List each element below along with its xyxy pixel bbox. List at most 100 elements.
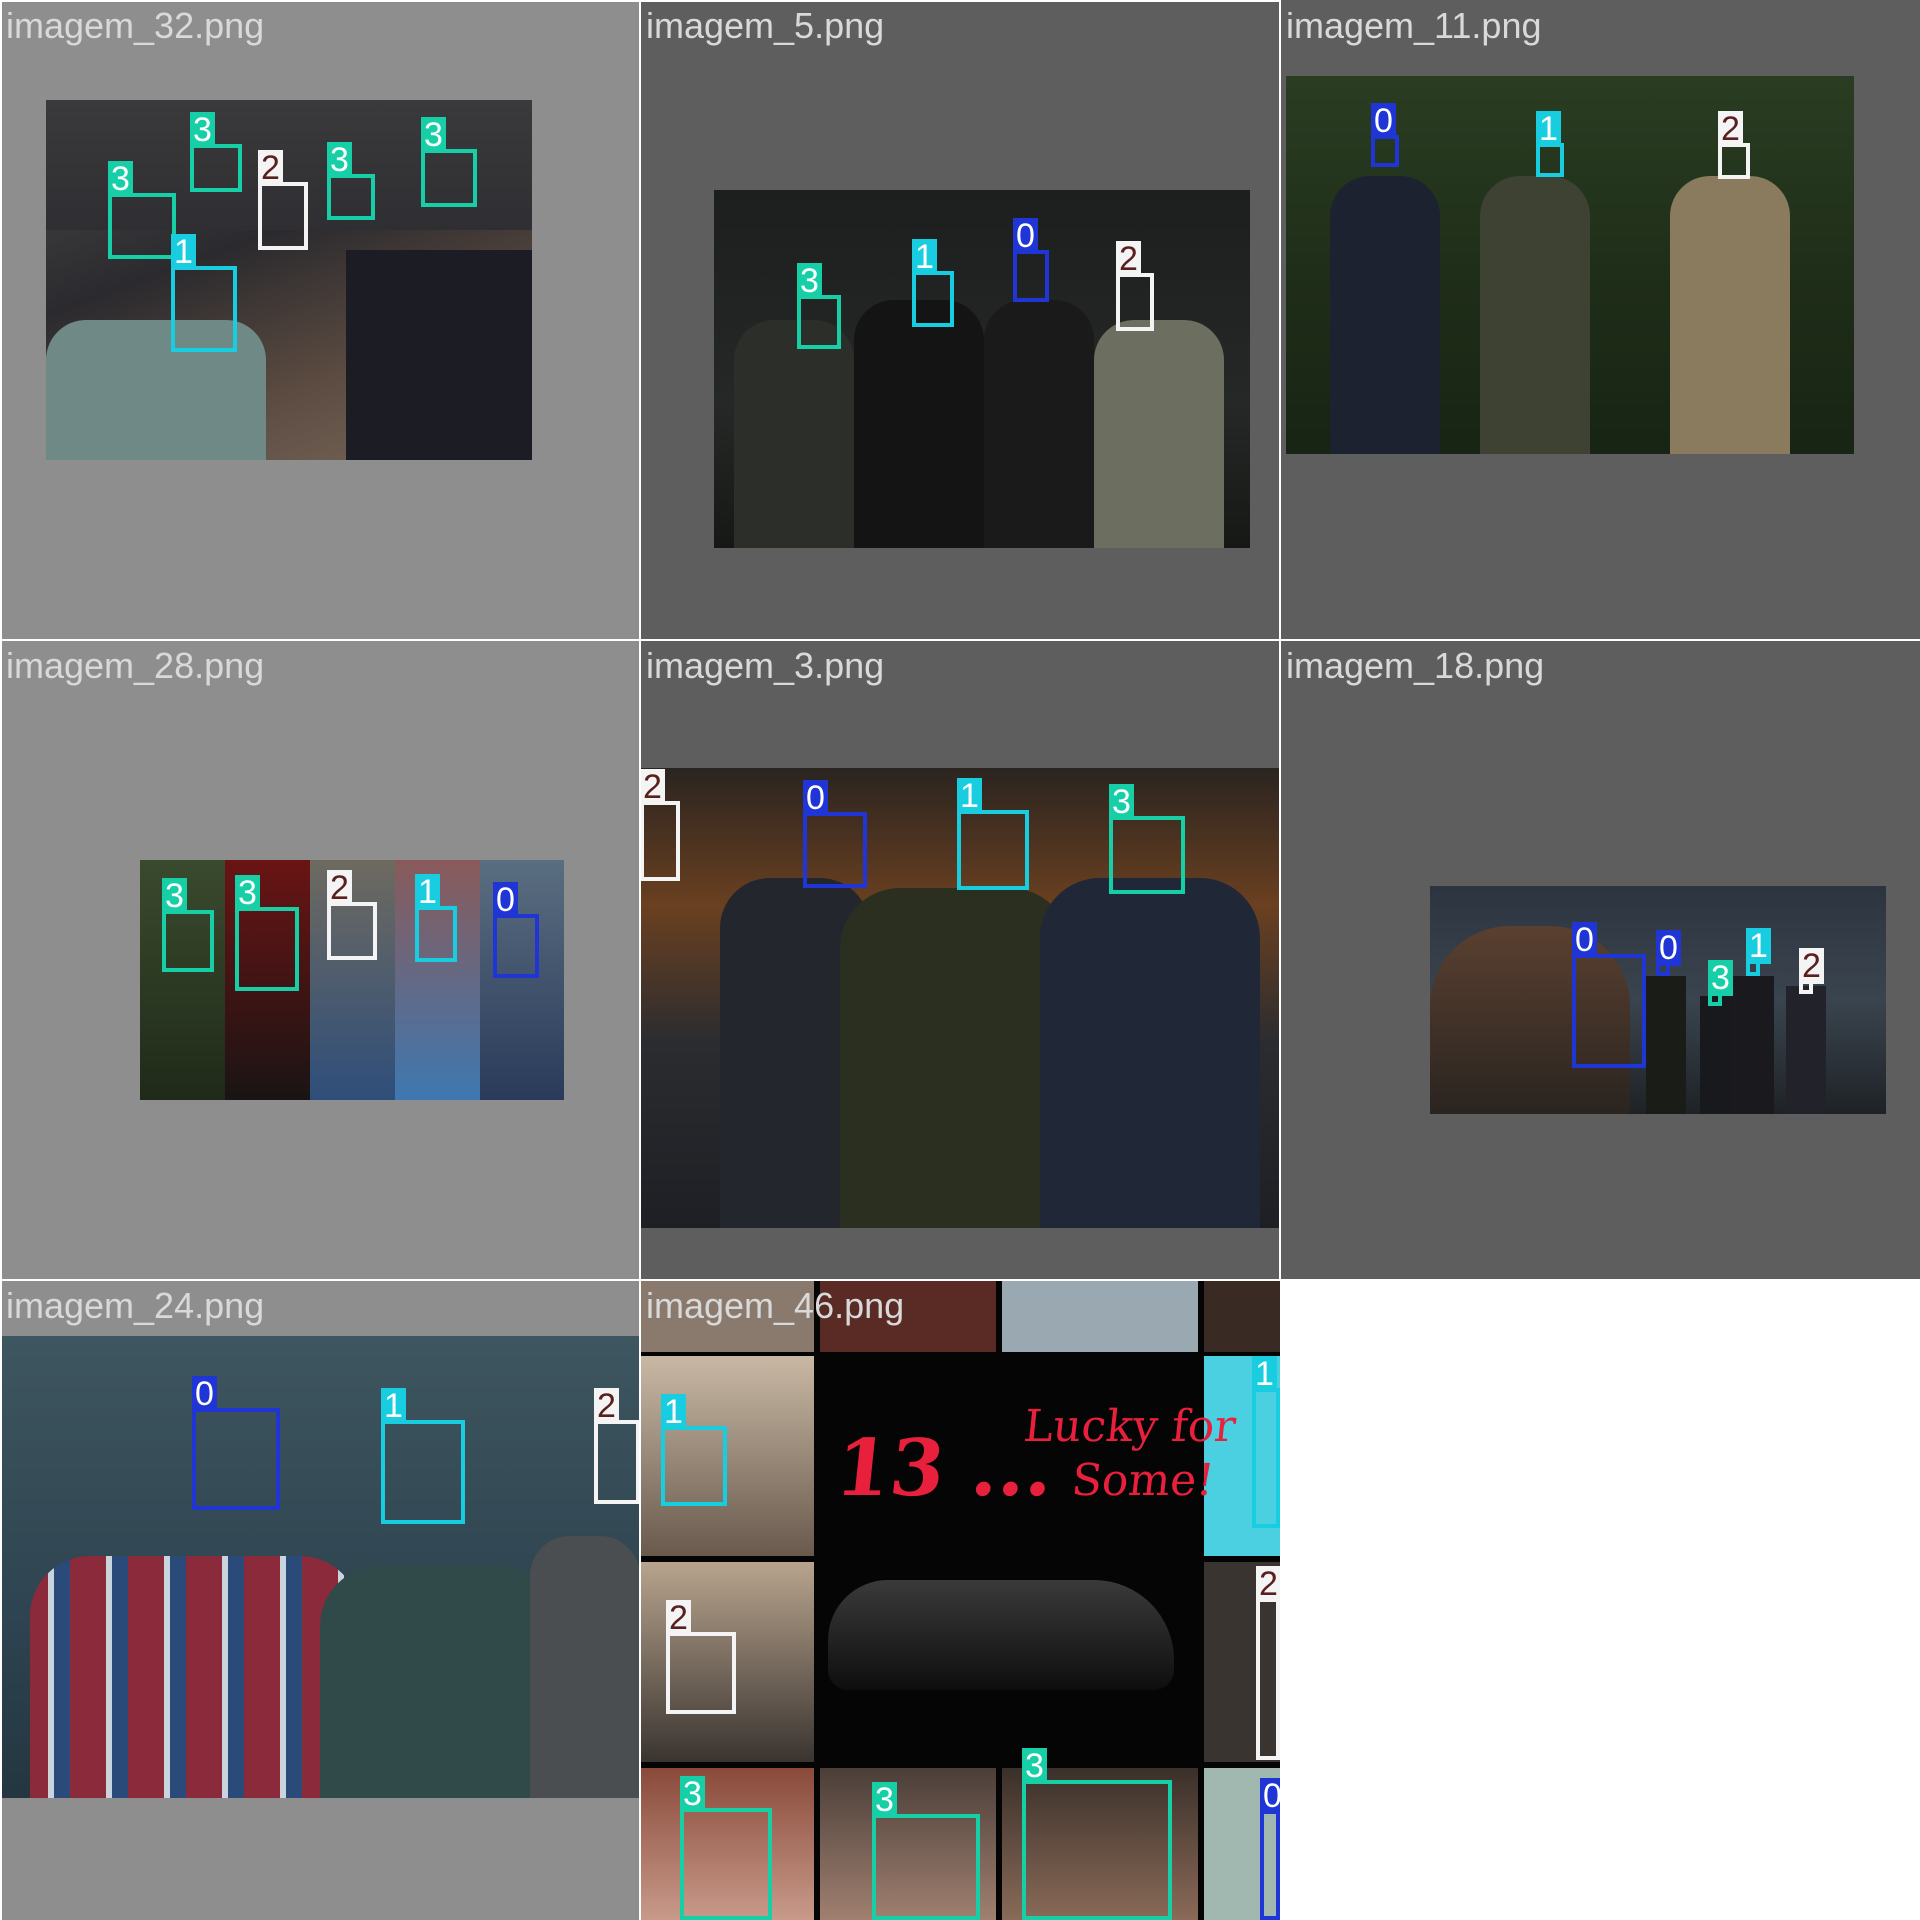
bbox-class-2: 2 [327,870,377,960]
bbox-class-3: 3 [327,142,375,220]
bbox-class-label: 2 [640,769,665,805]
bbox-class-label: 3 [680,1776,705,1812]
bbox-class-label: 0 [493,882,518,918]
bbox-class-0: 0 [1260,1778,1280,1920]
bbox-class-0: 0 [493,882,539,978]
bbox-class-2: 2 [1718,111,1750,179]
bbox-class-label: 1 [1536,111,1561,147]
bbox-class-0: 0 [1013,218,1049,302]
tile-imagem-18[interactable]: imagem_18.png 0 0 3 1 2 [1280,640,1920,1280]
bbox-class-3: 3 [235,875,299,991]
grid-divider [0,639,1920,641]
empty-cell [1281,1281,1920,1920]
bbox-class-label: 2 [327,870,352,906]
bbox-class-label: 0 [1013,218,1038,254]
bbox-class-label: 1 [661,1394,686,1430]
bbox-class-3: 3 [190,112,242,192]
tile-filename: imagem_24.png [6,1285,265,1326]
bbox-class-1: 1 [1746,928,1771,976]
bbox-class-3: 3 [1708,960,1733,1006]
bbox-class-label: 3 [872,1782,897,1818]
bbox-class-label: 2 [594,1388,619,1424]
tile-filename: imagem_5.png [646,5,885,46]
grid-divider [0,0,2,1920]
photo [1430,886,1886,1114]
bbox-class-3: 3 [680,1776,772,1920]
bbox-class-2: 2 [594,1388,640,1504]
photo [0,1336,640,1798]
bbox-class-label: 1 [1746,928,1771,964]
bbox-class-2: 2 [258,150,308,250]
grid-divider [0,1279,1920,1281]
bbox-class-label: 2 [258,150,283,186]
bbox-class-label: 3 [162,878,187,914]
bbox-class-3: 3 [1109,784,1185,894]
bbox-class-label: 1 [957,778,982,814]
bbox-class-label: 0 [192,1376,217,1412]
tile-filename: imagem_28.png [6,645,265,686]
tile-imagem-3[interactable]: imagem_3.png 2 0 1 3 [640,640,1280,1280]
tile-filename: imagem_32.png [6,5,265,46]
bbox-class-label: 3 [797,263,822,299]
tile-imagem-46[interactable]: 13 ... Lucky for Some! imagem_46.png 1 1… [640,1280,1280,1920]
grid-divider [0,0,1280,2]
bbox-class-label: 3 [421,117,446,153]
bbox-class-3: 3 [1022,1748,1172,1920]
bbox-class-label: 1 [1252,1356,1277,1392]
bbox-class-label: 0 [1260,1778,1280,1814]
tile-filename: imagem_3.png [646,645,885,686]
bbox-class-label: 3 [108,161,133,197]
tile-imagem-28[interactable]: imagem_28.png 3 3 2 1 0 [0,640,640,1280]
bbox-class-2: 2 [640,769,680,881]
tile-imagem-5[interactable]: imagem_5.png 3 1 0 2 [640,0,1280,640]
bbox-class-label: 1 [171,234,196,270]
bbox-class-label: 3 [1109,784,1134,820]
bbox-class-2: 2 [1256,1566,1280,1760]
bbox-class-0: 0 [1656,930,1681,976]
tile-filename: imagem_11.png [1286,5,1542,46]
bbox-class-label: 2 [1718,111,1743,147]
bbox-class-label: 3 [1708,960,1733,996]
tile-imagem-32[interactable]: imagem_32.png 3 3 2 3 3 1 [0,0,640,640]
bbox-class-0: 0 [1371,103,1399,167]
bbox-class-3: 3 [108,161,176,259]
bbox-class-label: 2 [1256,1566,1280,1602]
bbox-class-3: 3 [162,878,214,972]
bbox-class-label: 3 [327,142,352,178]
bbox-class-2: 2 [1116,241,1154,331]
bbox-class-label: 2 [1116,241,1141,277]
bbox-class-label: 1 [415,874,440,910]
bbox-class-label: 3 [190,112,215,148]
poster-title-text: Lucky for [1021,1401,1239,1452]
bbox-class-label: 0 [1371,103,1396,139]
tile-filename: imagem_46.png [646,1285,905,1326]
bbox-class-3: 3 [872,1782,980,1920]
poster-subtitle-text: Some! [1069,1455,1217,1506]
bbox-class-0: 0 [1572,922,1646,1068]
bbox-class-2: 2 [666,1600,736,1714]
bbox-class-1: 1 [1536,111,1564,177]
bbox-class-1: 1 [415,874,457,962]
bbox-class-3: 3 [797,263,841,349]
bbox-class-0: 0 [803,780,867,888]
bbox-class-1: 1 [381,1388,465,1524]
bbox-class-3: 3 [421,117,477,207]
bbox-class-1: 1 [912,239,954,327]
bbox-class-label: 2 [1799,948,1824,984]
bbox-class-label: 3 [1022,1748,1047,1784]
tile-imagem-24[interactable]: imagem_24.png 0 1 2 [0,1280,640,1920]
bbox-class-label: 0 [1656,930,1681,966]
bbox-class-label: 1 [381,1388,406,1424]
tile-filename: imagem_18.png [1286,645,1545,686]
bbox-class-label: 0 [1572,922,1597,958]
bbox-class-1: 1 [1252,1356,1280,1528]
bbox-class-2: 2 [1799,948,1824,994]
grid-divider [639,0,641,1920]
bbox-class-label: 3 [235,875,260,911]
bbox-class-1: 1 [661,1394,727,1506]
bbox-class-1: 1 [957,778,1029,890]
bbox-class-label: 2 [666,1600,691,1636]
tile-imagem-11[interactable]: imagem_11.png 0 1 2 [1280,0,1920,640]
bbox-class-label: 1 [912,239,937,275]
mosaic-grid: imagem_32.png 3 3 2 3 3 1 imagem_5.png 3… [0,0,1920,1920]
